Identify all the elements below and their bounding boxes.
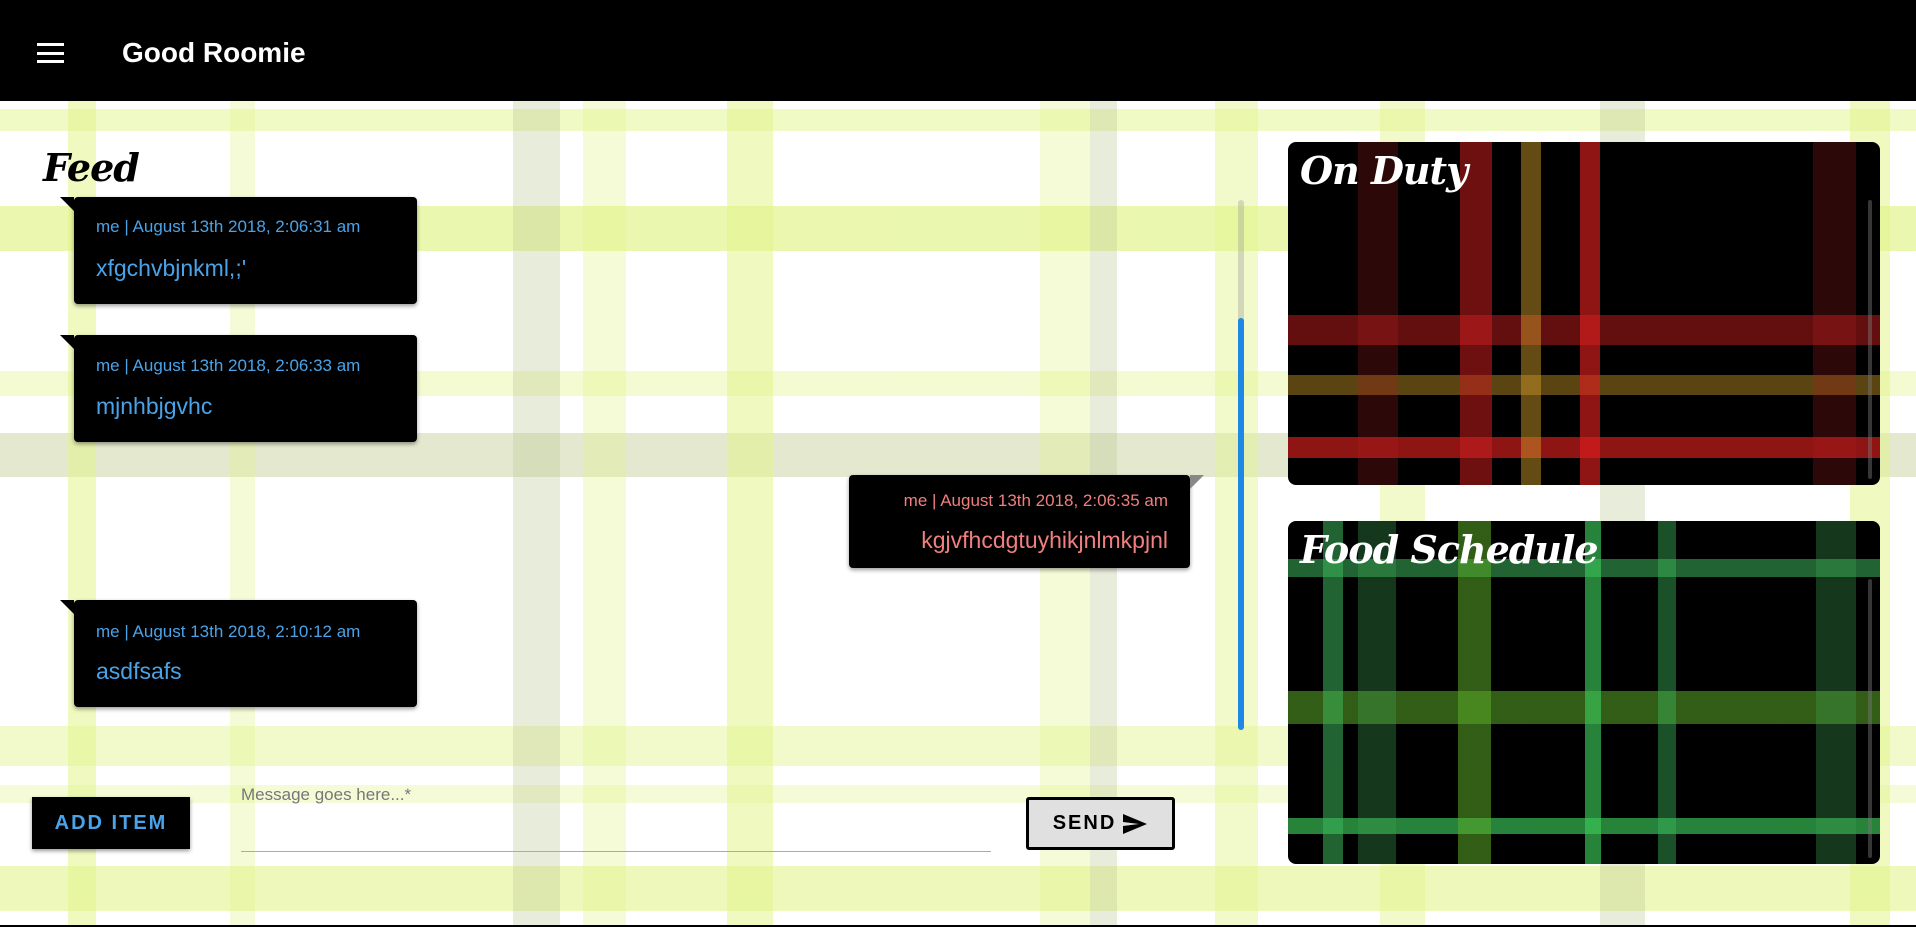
message-body: mjnhbjgvhc: [96, 393, 213, 419]
message-meta: me | August 13th 2018, 2:06:31 am: [96, 217, 361, 236]
on-duty-title: On Duty: [1300, 148, 1468, 193]
message-meta: me | August 13th 2018, 2:06:33 am: [96, 356, 361, 375]
message-meta: me | August 13th 2018, 2:06:35 am: [903, 491, 1168, 510]
app-bar: Good Roomie: [0, 5, 1916, 101]
message-input[interactable]: [241, 815, 995, 847]
app-title: Good Roomie: [122, 37, 306, 68]
food-schedule-panel: Food Schedule: [1288, 521, 1880, 864]
feed-title: Feed: [43, 145, 140, 190]
message-body: kgjvfhcdgtuyhikjnlmkpjnl: [921, 527, 1168, 553]
food-schedule-scrollbar[interactable]: [1868, 579, 1872, 858]
add-item-button[interactable]: ADD ITEM: [32, 797, 190, 849]
message-bubble: me | August 13th 2018, 2:06:31 am xfgchv…: [60, 197, 417, 304]
message-body: asdfsafs: [96, 658, 182, 684]
feed-scrollbar[interactable]: [1238, 200, 1244, 730]
message-bubble: me | August 13th 2018, 2:10:12 am asdfsa…: [60, 600, 417, 707]
feed-scrollbar-thumb[interactable]: [1238, 318, 1244, 730]
app-window: Good Roomie Feed me | August 13th 2018, …: [0, 5, 1916, 925]
food-schedule-title: Food Schedule: [1300, 527, 1599, 572]
menu-button[interactable]: [25, 28, 75, 78]
send-arrow-icon: [1123, 813, 1148, 834]
message-body: xfgchvbjnkml,;': [96, 255, 247, 281]
send-label: SEND: [1052, 812, 1117, 834]
send-button[interactable]: SEND: [1026, 797, 1175, 850]
message-bubble: me | August 13th 2018, 2:06:35 am kgjvfh…: [849, 475, 1204, 568]
message-bubble: me | August 13th 2018, 2:06:33 am mjnhbj…: [60, 335, 417, 442]
message-meta: me | August 13th 2018, 2:10:12 am: [96, 622, 361, 641]
on-duty-scrollbar[interactable]: [1868, 200, 1872, 479]
hamburger-icon: [36, 43, 64, 63]
message-field-label: Message goes here...*: [241, 785, 412, 804]
message-field[interactable]: Message goes here...*: [241, 785, 995, 852]
on-duty-panel: On Duty: [1288, 142, 1880, 485]
